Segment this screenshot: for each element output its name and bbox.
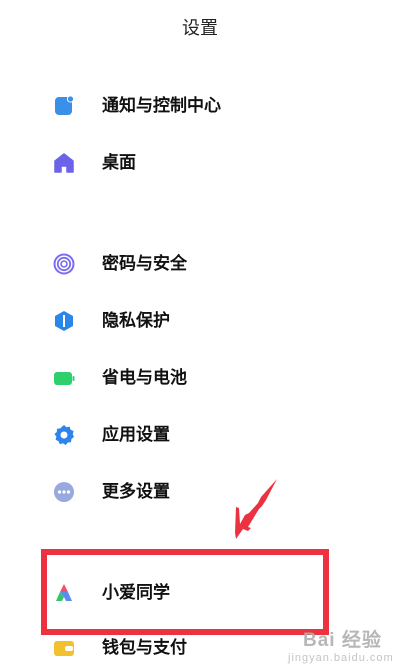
- settings-item-label: 隐私保护: [102, 311, 170, 331]
- settings-item-label: 钱包与支付: [102, 638, 187, 658]
- highlight-box: [41, 549, 329, 635]
- settings-item-label: 桌面: [102, 153, 136, 173]
- settings-item-label: 省电与电池: [102, 368, 187, 388]
- privacy-icon: [55, 311, 73, 331]
- gear-icon: [54, 425, 74, 445]
- home-icon: [54, 153, 74, 173]
- notification-icon: [55, 95, 75, 115]
- settings-item-label: 密码与安全: [102, 254, 187, 274]
- watermark-subtext: jingyan.baidu.com: [288, 652, 394, 664]
- settings-item-apps[interactable]: 应用设置: [0, 409, 400, 461]
- watermark-text: Bai 经验: [303, 630, 382, 651]
- settings-item-battery[interactable]: 省电与电池: [0, 352, 400, 404]
- settings-item-desktop[interactable]: 桌面: [0, 137, 400, 189]
- wallet-icon: [54, 641, 74, 656]
- fingerprint-icon: [53, 253, 75, 275]
- settings-item-label: 通知与控制中心: [102, 96, 221, 116]
- settings-item-security[interactable]: 密码与安全: [0, 238, 400, 290]
- settings-item-label: 更多设置: [102, 482, 170, 502]
- settings-item-notifications[interactable]: 通知与控制中心: [0, 80, 400, 132]
- more-icon: [54, 482, 74, 502]
- settings-item-label: 应用设置: [102, 425, 170, 445]
- settings-item-privacy[interactable]: 隐私保护: [0, 295, 400, 347]
- page-title: 设置: [182, 18, 218, 39]
- battery-icon: [54, 372, 75, 385]
- settings-item-more[interactable]: 更多设置: [0, 466, 400, 518]
